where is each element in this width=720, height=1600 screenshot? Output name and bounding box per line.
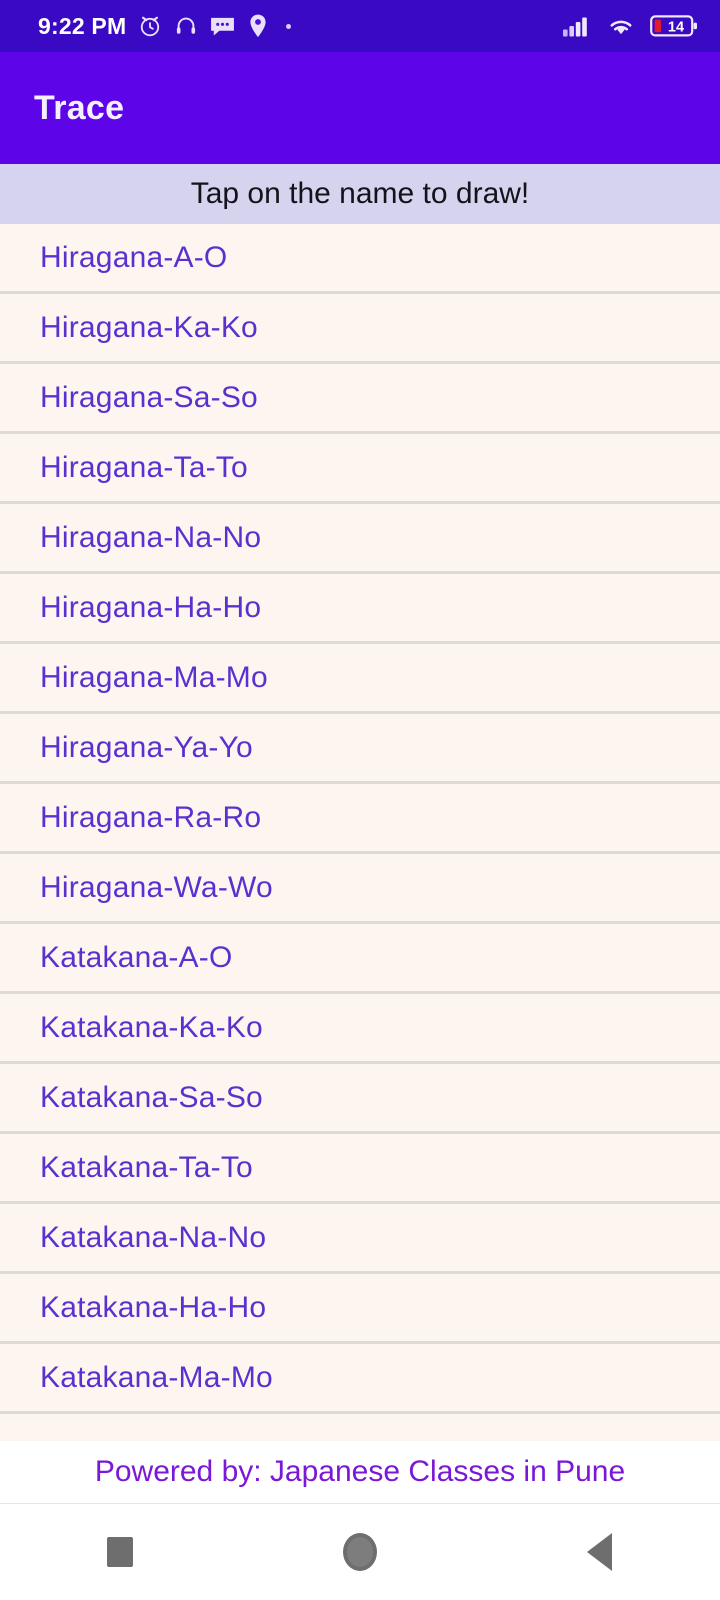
phone-screen: 9:22 PM 14 Trace Tap on the name to draw… [0,0,720,1600]
list-item[interactable]: Hiragana-Ya-Yo [0,714,720,784]
status-bar-clock: 9:22 PM [38,12,127,39]
signal-icon [562,14,592,38]
list-item[interactable]: Hiragana-Ra-Ro [0,784,720,854]
list-item[interactable]: Hiragana-Sa-So [0,364,720,434]
dot-indicator-icon [286,23,292,29]
back-triangle-icon [587,1533,613,1571]
message-icon [209,14,236,38]
status-bar-right-group: 14 [562,13,698,39]
list-item-label: Hiragana-Ma-Mo [40,660,268,694]
battery-level-text: 14 [668,19,684,35]
list-item[interactable]: Hiragana-Na-No [0,504,720,574]
list-item-label: Hiragana-Wa-Wo [40,870,273,904]
list-item-label: Hiragana-Ka-Ko [40,310,258,344]
app-bar: Trace [0,52,720,164]
home-button[interactable] [240,1533,480,1571]
list-item[interactable]: Hiragana-A-O [0,224,720,294]
headphones-icon [174,13,198,39]
list-item-label: Hiragana-Ra-Ro [40,800,262,834]
system-navigation-bar [0,1504,720,1600]
list-item-label: Hiragana-Ha-Ho [40,590,262,624]
recents-button[interactable] [0,1537,240,1567]
list-item[interactable]: Katakana-Na-No [0,1204,720,1274]
hint-banner: Tap on the name to draw! [0,164,720,224]
list-item-label: Katakana-Ha-Ho [40,1290,267,1324]
status-bar: 9:22 PM 14 [0,0,720,52]
list-item[interactable]: Hiragana-Ha-Ho [0,574,720,644]
status-bar-left-group: 9:22 PM [38,13,562,40]
footer-credit: Powered by: Japanese Classes in Pune [0,1441,720,1504]
back-button[interactable] [480,1533,720,1571]
list-item-label: Hiragana-Ya-Yo [40,730,253,764]
alarm-icon [137,13,163,39]
list-item[interactable]: Katakana-Ka-Ko [0,994,720,1064]
list-item-label: Hiragana-Sa-So [40,380,258,414]
wifi-icon [606,14,636,38]
list-item[interactable]: Katakana-A-O [0,924,720,994]
list-item[interactable]: Hiragana-Wa-Wo [0,854,720,924]
page-title: Trace [34,88,125,127]
list-item-label: Hiragana-A-O [40,240,228,274]
list-item[interactable]: Hiragana-Ka-Ko [0,294,720,364]
list-item-label: Hiragana-Ta-To [40,450,248,484]
battery-icon: 14 [650,13,698,39]
list-item[interactable]: Hiragana-Ta-To [0,434,720,504]
list-item-label: Katakana-A-O [40,940,233,974]
recents-square-icon [107,1537,133,1567]
list-item[interactable]: Hiragana-Ma-Mo [0,644,720,714]
list-item[interactable]: Katakana-Sa-So [0,1064,720,1134]
list-item-label: Katakana-Sa-So [40,1080,263,1114]
list-item[interactable]: Katakana-Ha-Ho [0,1274,720,1344]
character-set-list: Hiragana-A-O Hiragana-Ka-Ko Hiragana-Sa-So… [0,224,720,1414]
hint-banner-text: Tap on the name to draw! [190,177,530,210]
home-circle-icon [342,1533,377,1571]
list-item-label: Katakana-Ka-Ko [40,1010,263,1044]
list-item-label: Katakana-Ta-To [40,1150,253,1184]
list-item[interactable]: Katakana-Ta-To [0,1134,720,1204]
list-item-label: Hiragana-Na-No [40,520,262,554]
list-item-label: Katakana-Na-No [40,1220,267,1254]
character-set-list-scroll[interactable]: Hiragana-A-O Hiragana-Ka-Ko Hiragana-Sa-So… [0,224,720,1504]
location-pin-icon [247,13,269,39]
list-item[interactable]: Katakana-Ma-Mo [0,1344,720,1414]
footer-credit-text: Powered by: Japanese Classes in Pune [94,1455,626,1488]
list-item-label: Katakana-Ma-Mo [40,1360,273,1394]
